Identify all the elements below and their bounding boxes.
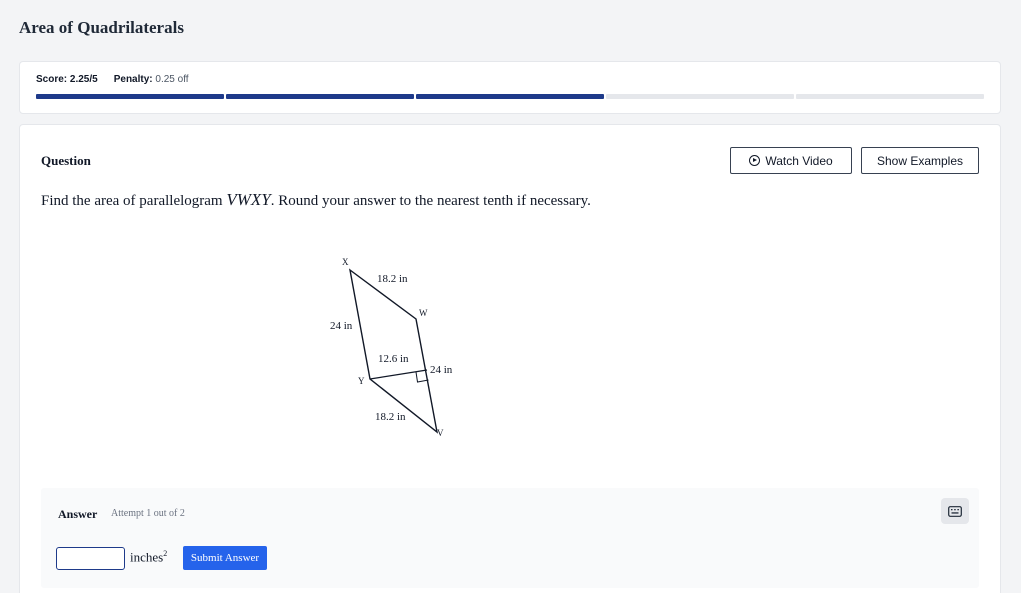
attempt-counter: Attempt 1 out of 2 (111, 508, 185, 519)
unit-exponent: 2 (163, 549, 168, 558)
keyboard-toggle-button[interactable] (941, 498, 969, 524)
score-card: Score: 2.25/5 Penalty: 0.25 off (19, 61, 1001, 114)
vertex-x-label: X (342, 257, 349, 267)
height-line (369, 369, 428, 380)
progress-segment (226, 94, 414, 99)
unit-label: inches2 (130, 549, 167, 565)
question-text: Find the area of parallelogram VWXY. Rou… (41, 190, 591, 210)
vertex-y-label: Y (358, 376, 365, 386)
answer-input[interactable] (56, 547, 125, 570)
unit-text: inches (130, 549, 164, 565)
question-card: Question Watch Video Show Examples Find … (19, 124, 1001, 593)
parallelogram-figure: X W Y V 18.2 in 24 in 12.6 in 24 in 18.2… (330, 257, 453, 438)
score-line: Score: 2.25/5 Penalty: 0.25 off (36, 74, 189, 85)
play-circle-icon (749, 155, 761, 166)
question-label: Question (41, 153, 91, 168)
vertex-v-label: V (437, 428, 444, 438)
penalty-value: 0.25 off (155, 74, 189, 85)
penalty-label: Penalty: (113, 74, 153, 85)
submit-answer-button[interactable]: Submit Answer (183, 546, 267, 570)
progress-segment (36, 94, 224, 99)
penalty: Penalty: 0.25 off (114, 74, 189, 85)
progress-segment (416, 94, 604, 99)
score-label: Score: (36, 74, 68, 85)
progress-segment (606, 94, 794, 99)
score: Score: 2.25/5 (36, 74, 98, 85)
score-value: 2.25/5 (69, 74, 98, 85)
question-text-before: Find the area of parallelogram (41, 193, 223, 209)
left-side-label: 24 in (330, 320, 353, 332)
vertex-w-label: W (419, 308, 428, 318)
height-label: 12.6 in (378, 353, 409, 365)
parallelogram-name: VWXY (226, 190, 271, 209)
progress-segment (796, 94, 984, 99)
bottom-side-label: 18.2 in (375, 411, 406, 423)
right-side-label: 24 in (430, 364, 453, 376)
top-side-label: 18.2 in (377, 273, 408, 285)
watch-video-label: Watch Video (765, 153, 833, 168)
parallelogram-shape (348, 268, 439, 434)
keyboard-icon (948, 505, 962, 517)
show-examples-label: Show Examples (876, 153, 964, 168)
answer-label: Answer (58, 507, 98, 521)
answer-panel: Answer Attempt 1 out of 2 inches2 Submit… (41, 488, 979, 588)
show-examples-button[interactable]: Show Examples (861, 147, 979, 174)
question-text-after: . Round your answer to the nearest tenth… (270, 193, 591, 209)
watch-video-button[interactable]: Watch Video (730, 147, 852, 174)
page-title: Area of Quadrilaterals (19, 18, 184, 37)
progress-bar (36, 94, 984, 99)
